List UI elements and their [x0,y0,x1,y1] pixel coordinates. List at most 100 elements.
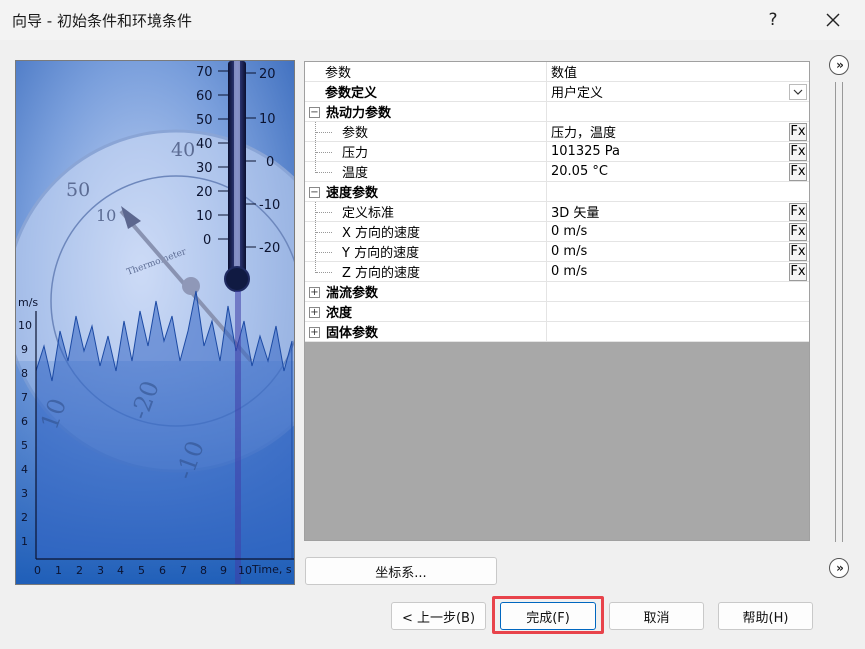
coordinate-system-button[interactable]: 坐标系... [305,557,497,585]
row-value: 压力，温度 [551,126,617,141]
tree-line [315,242,332,261]
row-value: 3D 矢量 [551,206,600,221]
thermo-tick-right: -20 [259,241,280,256]
row-value: 0 m/s [551,224,588,239]
row-thermo-parameters[interactable]: 参数 压力，温度 Fx [305,122,809,142]
y-tick: 8 [21,367,28,380]
fx-button[interactable]: Fx [789,163,807,181]
wizard-illustration: 50 40 10 Thermometer 10 -20 -10 70 60 50… [15,60,295,585]
x-tick: 8 [200,564,207,577]
group-velocity[interactable]: − 速度参数 [305,182,809,202]
group-concentration[interactable]: + 浓度 [305,302,809,322]
help-title-button[interactable]: ? [750,4,796,36]
header-parameter: 参数 [325,66,352,81]
fx-button[interactable]: Fx [789,243,807,261]
definition-dropdown[interactable] [789,84,807,100]
thermometer-chart-image: 50 40 10 Thermometer 10 -20 -10 70 60 50… [16,61,294,584]
fx-button[interactable]: Fx [789,123,807,141]
tree-line [315,142,332,161]
collapse-icon[interactable]: − [309,107,320,118]
y-tick: 10 [18,319,32,332]
help-button[interactable]: 帮助(H) [718,602,813,630]
chevron-down-icon [793,89,803,95]
expand-icon[interactable]: + [309,327,320,338]
row-pressure[interactable]: 压力 101325 Pa Fx [305,142,809,162]
window-title: 向导 - 初始条件和环境条件 [12,12,192,30]
thermo-tick-right: 20 [259,67,276,82]
double-chevron-right-icon: » [836,561,844,575]
cancel-button[interactable]: 取消 [609,602,704,630]
x-tick: 3 [97,564,104,577]
row-label: 参数定义 [325,86,378,101]
question-icon: ? [768,10,778,30]
header-value: 数值 [551,66,578,81]
dial-number: 50 [66,179,90,201]
thermo-tick: 30 [196,161,213,176]
thermo-tick-right: -10 [259,198,280,213]
thermo-tick: 10 [196,209,213,224]
double-chevron-right-icon: » [836,58,844,72]
thermo-tick-right: 10 [259,112,276,127]
expand-panel-button-bottom[interactable]: » [829,558,849,578]
thermo-tick: 60 [196,89,213,104]
finish-button[interactable]: 完成(F) [500,602,596,630]
y-tick: 7 [21,391,28,404]
row-value: 0 m/s [551,244,588,259]
row-velocity-x[interactable]: X 方向的速度 0 m/s Fx [305,222,809,242]
tree-line [315,262,332,273]
tree-line [315,202,332,221]
dial-number: 10 [96,206,116,225]
thermo-tick: 20 [196,185,213,200]
y-tick: 4 [21,463,28,476]
x-tick: 9 [220,564,227,577]
y-tick: 1 [21,535,28,548]
expand-icon[interactable]: + [309,287,320,298]
thermo-tick: 40 [196,137,213,152]
tree-line [315,122,332,141]
y-tick: 6 [21,415,28,428]
title-bar: 向导 - 初始条件和环境条件 ? [0,0,865,40]
close-button[interactable] [810,4,856,36]
x-tick: 0 [34,564,41,577]
row-definition-standard[interactable]: 定义标准 3D 矢量 Fx [305,202,809,222]
grid-header-row: 参数 数值 [305,62,809,82]
fx-button[interactable]: Fx [789,203,807,221]
back-button[interactable]: < 上一步(B) [391,602,486,630]
close-icon [826,13,840,27]
x-tick: 5 [138,564,145,577]
expand-icon[interactable]: + [309,307,320,318]
chart-ylabel: m/s [18,296,38,309]
y-tick: 9 [21,343,28,356]
thermo-tick: 70 [196,65,213,80]
thermo-tick-right: 0 [266,155,274,170]
group-thermo[interactable]: − 热动力参数 [305,102,809,122]
group-solid[interactable]: + 固体参数 [305,322,809,342]
fx-button[interactable]: Fx [789,143,807,161]
fx-button[interactable]: Fx [789,263,807,281]
row-velocity-z[interactable]: Z 方向的速度 0 m/s Fx [305,262,809,282]
row-value: 0 m/s [551,264,588,279]
y-tick: 3 [21,487,28,500]
row-velocity-y[interactable]: Y 方向的速度 0 m/s Fx [305,242,809,262]
parameter-grid: 参数 数值 参数定义 用户定义 − 热动力参数 参数 压力，温度 Fx 压力 1… [304,61,810,541]
x-tick: 1 [55,564,62,577]
row-value: 20.05 °C [551,164,608,179]
definition-value: 用户定义 [551,86,604,101]
y-tick: 2 [21,511,28,524]
x-tick: 10 [238,564,252,577]
row-temperature[interactable]: 温度 20.05 °C Fx [305,162,809,182]
expand-panel-button-top[interactable]: » [829,55,849,75]
x-tick: 2 [76,564,83,577]
side-scroll-track[interactable] [835,82,843,542]
thermo-tick: 50 [196,113,213,128]
collapse-icon[interactable]: − [309,187,320,198]
fx-button[interactable]: Fx [789,223,807,241]
group-turbulence[interactable]: + 湍流参数 [305,282,809,302]
tree-line [315,162,332,173]
y-tick: 5 [21,439,28,452]
x-tick: 4 [117,564,124,577]
row-parameter-definition[interactable]: 参数定义 用户定义 [305,82,809,102]
x-tick: 7 [180,564,187,577]
dial-number: 40 [171,139,195,161]
thermo-tick: 0 [203,233,211,248]
